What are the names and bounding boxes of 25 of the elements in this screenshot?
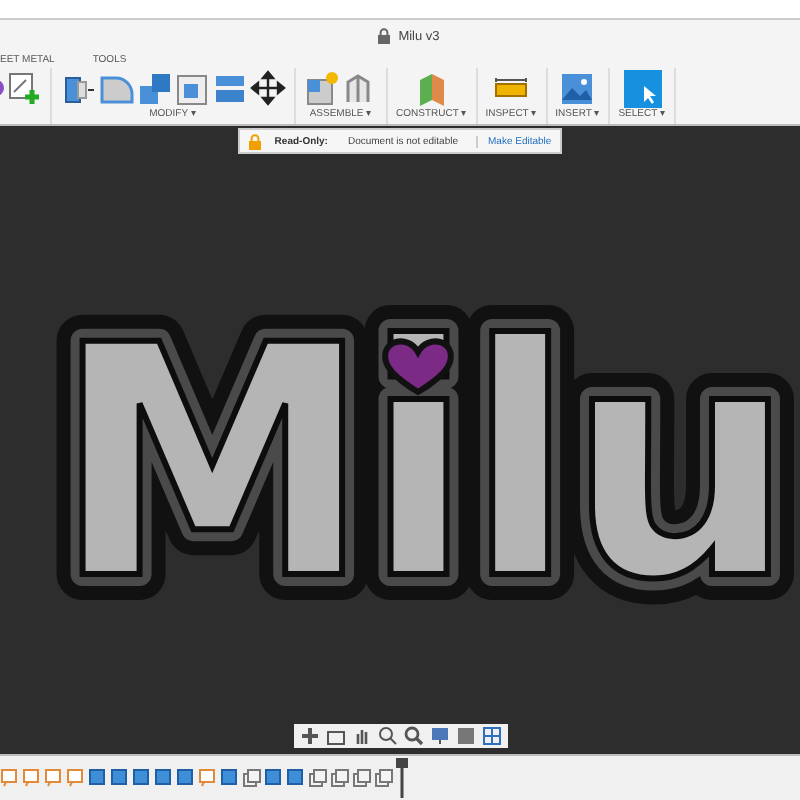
split-body-icon[interactable] xyxy=(212,70,248,108)
orbit-icon[interactable] xyxy=(299,726,319,746)
zoom-icon[interactable] xyxy=(403,726,423,746)
sketch-plus-icon[interactable] xyxy=(6,70,42,108)
zoom-fit-icon[interactable] xyxy=(377,726,397,746)
viewports-icon[interactable] xyxy=(481,726,501,746)
combine-icon[interactable] xyxy=(136,70,172,108)
component-feature-icon[interactable] xyxy=(242,768,262,788)
shell-icon[interactable] xyxy=(174,70,210,108)
move-icon[interactable] xyxy=(250,70,286,108)
timeline-marker[interactable] xyxy=(396,758,408,798)
display-settings-icon[interactable] xyxy=(429,726,449,746)
sketch-feature-icon[interactable] xyxy=(66,768,86,788)
extrude-feature-icon[interactable] xyxy=(220,768,240,788)
sketch-feature-icon[interactable] xyxy=(198,768,218,788)
select-cursor-icon[interactable] xyxy=(623,70,662,108)
model-text-drawing: Milu xyxy=(0,203,800,663)
sketch-feature-icon[interactable] xyxy=(22,768,42,788)
lock-icon xyxy=(248,133,263,149)
heart-shape xyxy=(382,337,454,394)
sketch-feature-icon[interactable] xyxy=(0,768,20,788)
sketch-feature-icon[interactable] xyxy=(44,768,64,788)
grid-settings-icon[interactable] xyxy=(455,726,475,746)
new-component-icon[interactable] xyxy=(304,70,340,108)
image-icon[interactable] xyxy=(558,70,597,108)
